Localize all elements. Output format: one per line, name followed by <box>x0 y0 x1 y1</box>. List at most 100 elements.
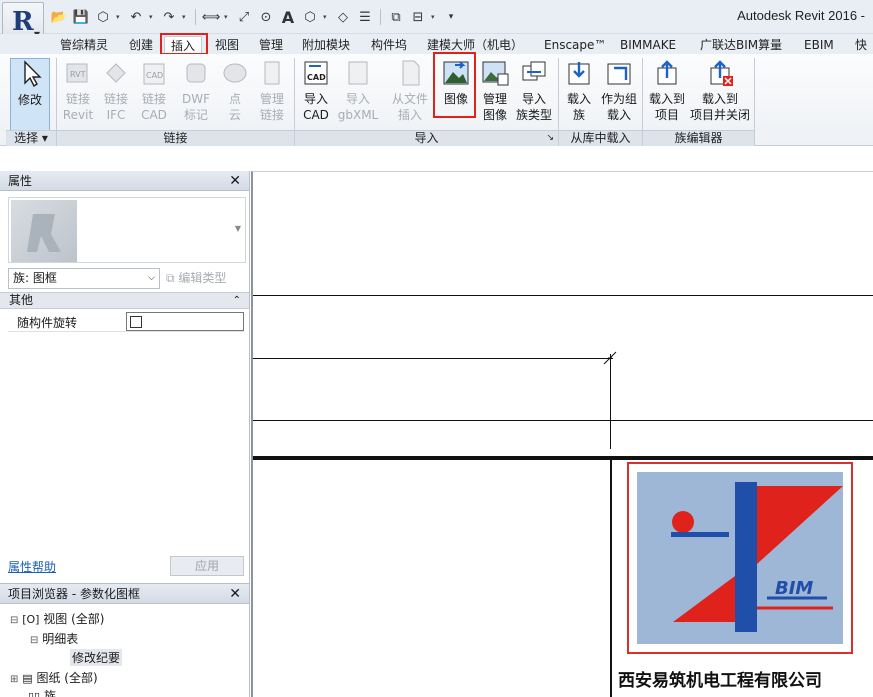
sync-icon[interactable]: ⬡ <box>94 8 112 26</box>
collapse-icon: ⊟ <box>10 615 19 626</box>
ribbon-panel: 修改 RVT 链接 Revit 链接 IFC CAD 链接 CAD DWF 标记 点云 … <box>0 54 873 146</box>
load-into-project-button[interactable]: 载入到 项目 <box>646 58 688 132</box>
section-icon[interactable]: ◇ <box>334 8 352 26</box>
tab-insert[interactable]: 插入 <box>164 36 203 54</box>
cursor-arrow-icon <box>15 59 45 89</box>
crosshair-icon <box>603 351 617 365</box>
type-selector[interactable]: ▼ <box>8 197 246 263</box>
title-block-line <box>253 420 873 421</box>
collapse-icon: ⌃ <box>232 295 241 306</box>
sheets-icon: ▤ <box>22 672 33 685</box>
tab-guanzong[interactable]: 管综精灵 <box>60 36 108 54</box>
link-cad-button[interactable]: CAD 链接 CAD <box>136 58 172 132</box>
company-logo-image[interactable]: BIM <box>627 462 853 654</box>
load-into-project-and-close-button[interactable]: 载入到 项目并关闭 <box>688 58 752 132</box>
tree-item-revision-schedule[interactable]: 修改纪要 <box>70 649 123 666</box>
close-icon[interactable]: ✕ <box>229 171 241 191</box>
drawing-area[interactable]: BIM 西安易筑机电工程有限公司 <box>251 171 873 697</box>
views-icon: [O] <box>22 613 40 626</box>
quick-access-toolbar: 📂 💾 ⬡ ▾ ↶ ▾ ↷ ▾ ⟺ ▾ ⤢ ⊙ A ⬡ ▾ ◇ ☰ ⧉ ⊟ ▾ ▾ <box>50 7 460 27</box>
tab-modeling-master[interactable]: 建模大师（机电） <box>427 36 523 54</box>
dimension-icon[interactable]: ⤢ <box>235 8 253 26</box>
collapse-icon: ⊟ <box>30 635 39 646</box>
tab-view[interactable]: 视图 <box>215 36 239 54</box>
load-into-project-icon <box>652 58 682 88</box>
logo-background: BIM <box>637 472 843 644</box>
svg-text:CAD: CAD <box>307 73 326 82</box>
load-as-group-icon <box>604 58 634 88</box>
tab-manage[interactable]: 管理 <box>259 36 283 54</box>
tab-ebim[interactable]: EBIM <box>804 36 834 54</box>
text-icon[interactable]: A <box>279 8 297 27</box>
open-icon[interactable]: 📂 <box>50 8 68 26</box>
link-revit-button[interactable]: RVT 链接 Revit <box>60 58 96 132</box>
tree-item-views[interactable]: ⊟ [O] 视图 (全部) <box>10 610 104 627</box>
svg-text:CAD: CAD <box>146 71 163 80</box>
tab-more[interactable]: 快 <box>855 36 867 54</box>
load-family-button[interactable]: 载入族 <box>562 58 596 132</box>
properties-help-link[interactable]: 属性帮助 <box>8 558 56 575</box>
expand-icon: ⊞ <box>10 674 19 685</box>
load-as-group-button[interactable]: 作为组 载入 <box>598 58 640 132</box>
import-family-types-icon <box>519 58 549 88</box>
properties-palette: 属性 ✕ ▼ 族: 图框 ⌵ ⧉ 编辑类型 其他 ⌃ 随构件旋转 属性帮助 应用 <box>0 171 250 583</box>
manage-links-button[interactable]: 管理 链接 <box>254 58 290 132</box>
tree-item-schedules[interactable]: ⊟ 明细表 <box>30 630 78 647</box>
apply-button[interactable]: 应用 <box>170 556 244 576</box>
families-icon: ▯▯ <box>28 690 41 697</box>
dwf-markup-icon <box>181 58 211 88</box>
undo-icon[interactable]: ↶ <box>127 8 145 26</box>
tab-gouijianwu[interactable]: 构件坞 <box>371 36 407 54</box>
company-name-text: 西安易筑机电工程有限公司 <box>618 671 822 691</box>
chevron-down-icon: ▼ <box>234 224 241 233</box>
manage-images-icon <box>480 58 510 88</box>
tab-create[interactable]: 创建 <box>129 36 153 54</box>
library-panel-label: 从库中载入 <box>559 130 642 146</box>
thin-lines-icon[interactable]: ☰ <box>356 8 374 26</box>
import-gbxml-button[interactable]: 导入 gbXML <box>336 58 380 132</box>
measure-icon[interactable]: ⟺ <box>202 8 221 26</box>
save-icon[interactable]: 💾 <box>72 8 90 26</box>
import-family-types-button[interactable]: 导入 族类型 <box>514 58 554 132</box>
revit-logo-icon: R <box>12 7 34 37</box>
link-ifc-button[interactable]: 链接 IFC <box>98 58 134 132</box>
tag-icon[interactable]: ⊙ <box>257 8 275 26</box>
property-group-other[interactable]: 其他 ⌃ <box>0 292 249 309</box>
tab-glodon[interactable]: 广联达BIM算量 <box>700 36 782 54</box>
redo-icon[interactable]: ↷ <box>160 8 178 26</box>
svg-text:RVT: RVT <box>70 70 86 79</box>
app-title: Autodesk Revit 2016 - <box>737 8 865 23</box>
switch-windows-icon[interactable]: ⊟ <box>409 8 427 26</box>
image-icon <box>441 58 471 88</box>
manage-images-button[interactable]: 管理 图像 <box>478 58 512 132</box>
svg-text:BIM: BIM <box>775 578 813 599</box>
tree-item-sheets[interactable]: ⊞ ▤ 图纸 (全部) <box>10 669 98 686</box>
title-block-line <box>610 354 611 449</box>
close-icon[interactable]: ✕ <box>229 584 241 604</box>
3d-view-icon[interactable]: ⬡ <box>301 8 319 26</box>
tab-enscape[interactable]: Enscape™ <box>544 36 606 54</box>
family-dropdown[interactable]: 族: 图框 ⌵ <box>8 268 160 289</box>
link-revit-icon: RVT <box>63 58 93 88</box>
import-cad-button[interactable]: CAD 导入 CAD <box>298 58 334 132</box>
title-block-line <box>610 458 612 697</box>
insert-from-file-button[interactable]: 从文件 插入 <box>386 58 434 132</box>
import-gbxml-icon <box>343 58 373 88</box>
dwf-markup-button[interactable]: DWF 标记 <box>176 58 216 132</box>
tree-item-families[interactable]: ▯▯ 族 <box>28 687 56 697</box>
properties-header: 属性 ✕ <box>0 171 249 191</box>
select-panel-label[interactable]: 选择 ▾ <box>6 130 56 146</box>
customize-icon[interactable]: ▾ <box>442 8 460 26</box>
tab-addins[interactable]: 附加模块 <box>302 36 350 54</box>
title-block-line <box>253 295 873 296</box>
link-panel-label: 链接 <box>57 130 294 146</box>
family-editor-panel-label: 族编辑器 <box>643 130 754 146</box>
tab-bimmake[interactable]: BIMMAKE <box>620 36 676 54</box>
image-button[interactable]: 图像 <box>437 58 475 132</box>
point-cloud-button[interactable]: 点云 <box>218 58 252 132</box>
link-ifc-icon <box>101 58 131 88</box>
edit-type-button[interactable]: ⧉ 编辑类型 <box>166 268 226 289</box>
close-hidden-icon[interactable]: ⧉ <box>387 8 405 26</box>
rotate-with-component-checkbox[interactable] <box>130 316 142 328</box>
modify-button[interactable]: 修改 <box>10 58 50 132</box>
